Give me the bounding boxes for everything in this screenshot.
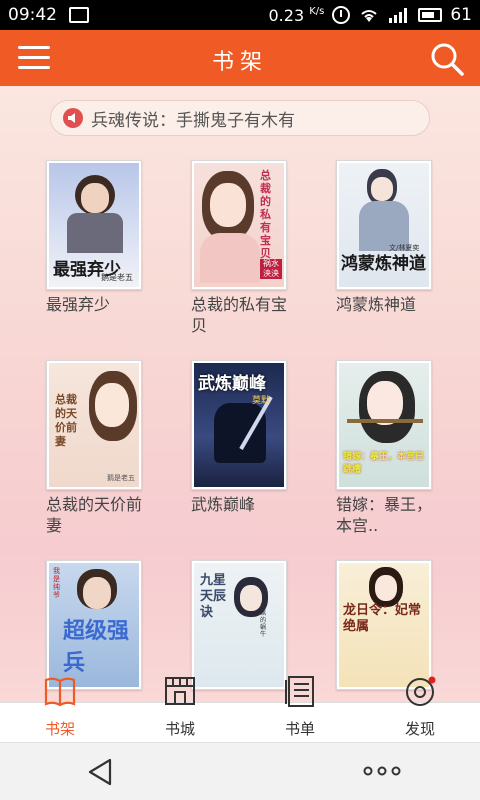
more-dots-icon[interactable] <box>362 761 402 781</box>
book-item[interactable]: 龙日令：妃常绝属 <box>336 560 456 694</box>
tab-discover[interactable]: 发现 <box>375 676 465 742</box>
tab-bookshelf[interactable]: 书架 <box>15 677 105 742</box>
page-title: 书架 <box>211 50 268 75</box>
list-icon <box>285 676 314 707</box>
book-cover: 最强弃少 鹅是老五 <box>46 160 142 290</box>
book-title: 总裁的私有宝贝 <box>191 295 288 335</box>
back-triangle-icon[interactable] <box>86 757 116 787</box>
alarm-icon <box>332 6 351 24</box>
speaker-icon <box>63 108 83 128</box>
book-title: 武炼巅峰 <box>191 495 256 514</box>
tab-bookstore[interactable]: 书城 <box>135 677 225 742</box>
battery-level: 61 <box>450 5 472 25</box>
book-cover: 龙日令：妃常绝属 <box>336 560 432 690</box>
book-open-icon <box>44 677 76 707</box>
status-time: 09:42 <box>8 5 57 25</box>
book-item[interactable]: 总裁的天价前妻 鹅是老五 总裁的天价前妻 <box>46 360 166 536</box>
book-title: 鸿蒙炼神道 <box>336 295 417 314</box>
book-cover: 九星天辰诀 发飙的蜗牛 <box>191 560 287 690</box>
book-cover: 武炼巅峰 莫默 <box>191 360 287 490</box>
network-speed: 0.23 K/s <box>268 5 325 25</box>
app-header: 书架 <box>0 30 480 86</box>
book-title: 总裁的天价前妻 <box>46 495 143 535</box>
book-cover: 鸿蒙炼神道 文/林夏奕 <box>336 160 432 290</box>
discover-icon <box>406 676 436 706</box>
book-cover: 总裁的天价前妻 鹅是老五 <box>46 360 142 490</box>
search-icon[interactable] <box>428 40 466 78</box>
screenshot-notification-icon <box>69 7 89 23</box>
notice-banner[interactable]: 兵魂传说：手撕鬼子有木有 <box>50 100 430 136</box>
system-nav-bar <box>0 742 480 800</box>
book-item[interactable]: 武炼巅峰 莫默 武炼巅峰 <box>191 360 311 515</box>
book-cover: 我是纯爷 超级强兵 <box>46 560 142 690</box>
book-title: 最强弃少 <box>46 295 111 314</box>
notice-text: 兵魂传说：手撕鬼子有木有 <box>91 110 295 131</box>
book-item[interactable]: 总裁的私有宝贝 祸水泱泱 总裁的私有宝贝 <box>191 160 311 336</box>
tab-booklist[interactable]: 书单 <box>255 676 345 742</box>
battery-icon <box>418 8 443 22</box>
bookshelf-content: 兵魂传说：手撕鬼子有木有 最强弃少 鹅是老五 最强弃少 总裁的私有宝贝 祸水泱泱… <box>0 86 480 702</box>
book-cover: 错嫁：暴王，本宫已跳槽 <box>336 360 432 490</box>
tab-label: 发现 <box>404 720 435 738</box>
tab-label: 书单 <box>284 720 315 738</box>
tab-label: 书架 <box>44 720 75 738</box>
signal-icon <box>389 8 408 23</box>
tab-label: 书城 <box>164 720 195 738</box>
book-item[interactable]: 错嫁：暴王，本宫已跳槽 错嫁：暴王，本宫.. <box>336 360 456 536</box>
book-item[interactable]: 鸿蒙炼神道 文/林夏奕 鸿蒙炼神道 <box>336 160 456 315</box>
store-icon <box>165 677 195 705</box>
book-cover: 总裁的私有宝贝 祸水泱泱 <box>191 160 287 290</box>
status-bar: 09:42 0.23 K/s 61 <box>0 0 480 30</box>
wifi-icon <box>361 10 378 22</box>
book-title: 错嫁：暴王，本宫.. <box>336 495 433 535</box>
book-item[interactable]: 最强弃少 鹅是老五 最强弃少 <box>46 160 166 315</box>
